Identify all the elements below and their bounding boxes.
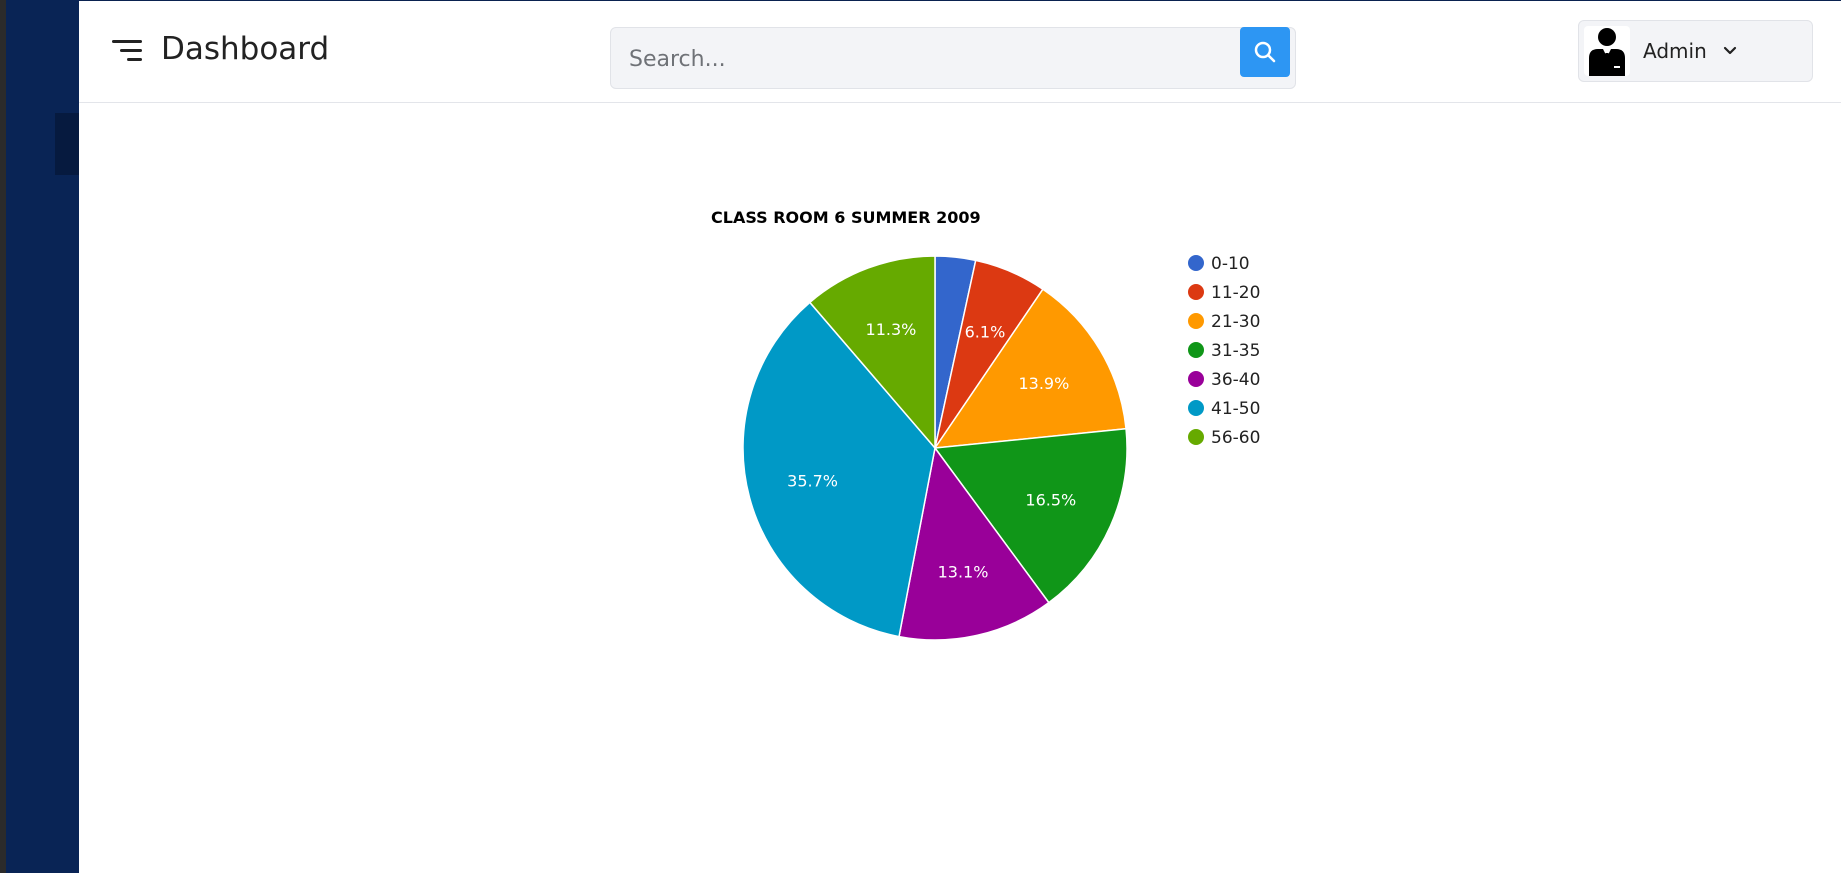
legend-marker	[1188, 429, 1204, 445]
slice-label: 13.9%	[1018, 374, 1069, 393]
slice-label: 6.1%	[965, 323, 1006, 342]
legend-label[interactable]: 0-10	[1211, 254, 1250, 274]
legend-marker	[1188, 371, 1204, 387]
legend-label[interactable]: 11-20	[1211, 283, 1260, 303]
slice-label: 35.7%	[787, 472, 838, 491]
legend-label[interactable]: 31-35	[1211, 341, 1260, 361]
slice-label: 11.3%	[866, 320, 917, 339]
slice-label: 13.1%	[938, 563, 989, 582]
legend-label[interactable]: 21-30	[1211, 312, 1260, 332]
legend-marker	[1188, 342, 1204, 358]
legend-marker	[1188, 400, 1204, 416]
legend-label[interactable]: 56-60	[1211, 428, 1260, 448]
legend-marker	[1188, 255, 1204, 271]
chart-title: CLASS ROOM 6 SUMMER 2009	[711, 208, 981, 227]
legend-label[interactable]: 41-50	[1211, 399, 1260, 419]
legend-marker	[1188, 313, 1204, 329]
slice-label: 16.5%	[1025, 490, 1076, 509]
legend-label[interactable]: 36-40	[1211, 370, 1260, 390]
sidebar	[6, 0, 85, 873]
main-content: Dashboard Admin	[79, 1, 1841, 873]
pie-chart: CLASS ROOM 6 SUMMER 2009 6.1% 13.9% 16.5% 1…	[711, 208, 1260, 641]
legend-marker	[1188, 284, 1204, 300]
